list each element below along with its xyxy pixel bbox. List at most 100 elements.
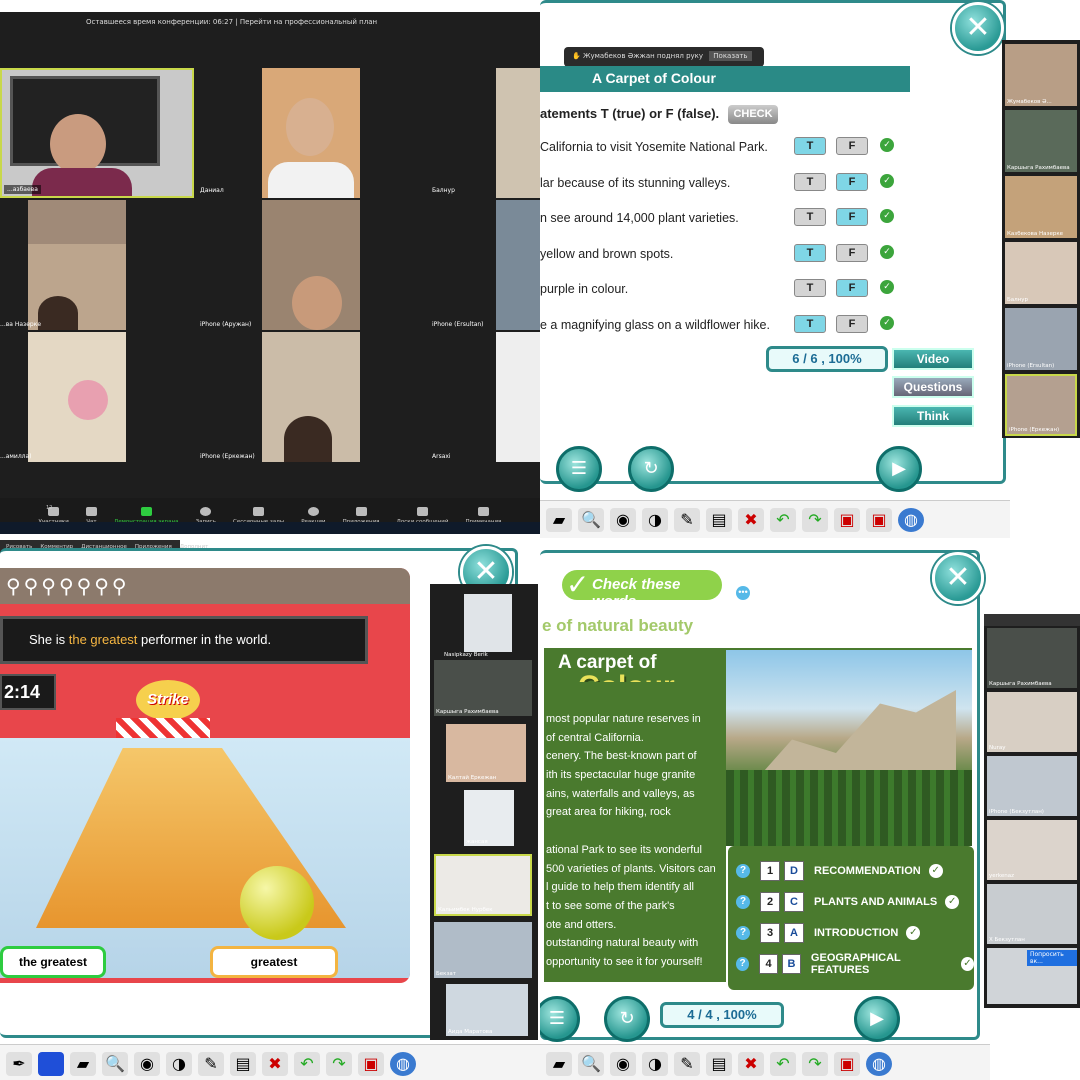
globe-icon[interactable]: ◍ — [390, 1051, 416, 1076]
globe-icon[interactable]: ◍ — [866, 1051, 892, 1076]
print-icon[interactable]: ▤ — [706, 507, 732, 532]
check-button[interactable]: CHECK — [728, 105, 778, 124]
sidebar-tile[interactable]: Бекзат — [434, 922, 532, 978]
false-button[interactable]: F — [836, 314, 868, 333]
sidebar-tile[interactable]: iPhone (Бекзутлан) — [987, 756, 1077, 816]
video-tile[interactable]: ...азбаева — [0, 68, 194, 198]
print-icon[interactable]: ▤ — [230, 1051, 256, 1076]
hide-icon[interactable]: ◑ — [166, 1051, 192, 1076]
sidebar-tile[interactable]: Каршыга Рахимбаева — [434, 660, 532, 716]
answer-letter-input[interactable]: B — [782, 954, 801, 974]
color-picker-icon[interactable] — [38, 1051, 64, 1076]
sidebar-tile[interactable]: Калтай Еркежан — [446, 724, 526, 782]
pen-icon[interactable]: ✒ — [6, 1051, 32, 1076]
sidebar-tile[interactable]: Казбекова Назерке — [1005, 176, 1077, 238]
video-tile[interactable] — [496, 332, 540, 462]
save-as-icon[interactable]: ▣ — [866, 507, 892, 532]
spotlight-icon[interactable]: ◉ — [610, 507, 636, 532]
show-button[interactable]: Показать — [709, 51, 752, 61]
answer-option[interactable]: the greatest — [0, 946, 106, 978]
answer-letter-input[interactable]: D — [784, 861, 804, 881]
globe-icon[interactable]: ◍ — [898, 507, 924, 532]
answer-letter-input[interactable]: C — [784, 892, 804, 912]
video-tile[interactable] — [28, 332, 126, 462]
redo-icon[interactable]: ↷ — [326, 1051, 352, 1076]
false-button[interactable]: F — [836, 137, 868, 155]
video-tile[interactable] — [262, 200, 360, 330]
video-tile[interactable] — [262, 332, 360, 462]
eraser-icon[interactable]: ▰ — [70, 1051, 96, 1076]
sidebar-tile[interactable]: Nuray — [987, 692, 1077, 752]
sidebar-tile[interactable]: Х Бекзутлан — [987, 884, 1077, 944]
close-button[interactable]: ✕ — [952, 2, 1004, 54]
eraser-icon[interactable]: ▰ — [546, 1051, 572, 1076]
sidebar-tile[interactable]: Жумабеков Ә... — [1005, 44, 1077, 106]
notes-icon[interactable]: ✎ — [674, 1051, 700, 1076]
save-icon[interactable]: ▣ — [834, 507, 860, 532]
undo-icon[interactable]: ↶ — [770, 507, 796, 532]
sidebar-tile[interactable]: Кальимбек Нурбек — [434, 854, 532, 916]
video-button[interactable]: Video — [892, 348, 974, 370]
redo-icon[interactable]: ↷ — [802, 507, 828, 532]
answer-letter-input[interactable]: A — [784, 923, 804, 943]
sidebar-tile[interactable]: жансая — [464, 790, 514, 846]
spotlight-icon[interactable]: ◉ — [134, 1051, 160, 1076]
undo-icon[interactable]: ↶ — [294, 1051, 320, 1076]
video-camera-icon[interactable]: ▶ — [876, 446, 922, 492]
true-button[interactable]: T — [794, 137, 826, 155]
sidebar-tile[interactable]: Каршыга Рахимбаева — [1005, 110, 1077, 172]
sidebar-tile[interactable]: Попросить вк... — [987, 948, 1077, 1004]
magnifier-icon[interactable]: 🔍 — [102, 1051, 128, 1076]
video-tile[interactable] — [262, 68, 360, 198]
sidebar-tile[interactable]: Аида Маратова — [446, 984, 528, 1036]
false-button[interactable]: F — [836, 279, 868, 297]
question-icon[interactable]: ? — [736, 895, 750, 909]
sidebar-tile[interactable]: yerkenaz — [987, 820, 1077, 880]
true-button[interactable]: T — [794, 279, 826, 297]
video-tile[interactable] — [496, 200, 540, 330]
delete-icon[interactable]: ✖ — [738, 507, 764, 532]
sidebar-tile[interactable]: iPhone (Ersultan) — [1005, 308, 1077, 370]
notes-icon[interactable]: ✎ — [674, 507, 700, 532]
menu-list-icon[interactable]: ☰ — [556, 446, 602, 492]
save-icon[interactable]: ▣ — [358, 1051, 384, 1076]
replay-icon[interactable]: ↻ — [604, 996, 650, 1042]
true-button[interactable]: T — [794, 314, 826, 333]
eraser-icon[interactable]: ▰ — [546, 507, 572, 532]
video-tile[interactable] — [28, 200, 126, 330]
ask-to-unmute-popup[interactable]: Попросить вк... — [1027, 950, 1077, 966]
undo-icon[interactable]: ↶ — [770, 1051, 796, 1076]
magnifier-icon[interactable]: 🔍 — [578, 1051, 604, 1076]
sidebar-tile[interactable]: iPhone (Еркежан) — [1005, 374, 1077, 436]
delete-icon[interactable]: ✖ — [262, 1051, 288, 1076]
video-camera-icon[interactable]: ▶ — [854, 996, 900, 1042]
true-button[interactable]: T — [794, 208, 826, 226]
sidebar-tile[interactable]: Балнур — [1005, 242, 1077, 304]
meeting-time-banner[interactable]: Оставшееся время конференции: 06:27 | Пе… — [0, 12, 540, 34]
hide-icon[interactable]: ◑ — [642, 1051, 668, 1076]
sidebar-tile[interactable]: Каршыга Рахимбаева — [987, 628, 1077, 688]
spotlight-icon[interactable]: ◉ — [610, 1051, 636, 1076]
print-icon[interactable]: ▤ — [706, 1051, 732, 1076]
questions-button[interactable]: Questions — [892, 376, 974, 398]
close-button[interactable]: ✕ — [932, 552, 984, 604]
delete-icon[interactable]: ✖ — [738, 1051, 764, 1076]
true-button[interactable]: T — [794, 172, 826, 191]
question-icon[interactable]: ? — [736, 864, 750, 878]
answer-option[interactable]: greatest — [210, 946, 338, 978]
true-button[interactable]: T — [794, 243, 826, 262]
hide-icon[interactable]: ◑ — [642, 507, 668, 532]
false-button[interactable]: F — [836, 172, 868, 191]
redo-icon[interactable]: ↷ — [802, 1051, 828, 1076]
think-button[interactable]: Think — [892, 405, 974, 427]
more-options-icon[interactable]: ••• — [736, 586, 750, 600]
replay-icon[interactable]: ↻ — [628, 446, 674, 492]
false-button[interactable]: F — [836, 208, 868, 226]
video-tile[interactable] — [496, 68, 540, 198]
question-icon[interactable]: ? — [736, 926, 750, 940]
question-icon[interactable]: ? — [736, 957, 750, 971]
save-icon[interactable]: ▣ — [834, 1051, 860, 1076]
notes-icon[interactable]: ✎ — [198, 1051, 224, 1076]
magnifier-icon[interactable]: 🔍 — [578, 507, 604, 532]
sidebar-tile[interactable] — [464, 594, 512, 652]
